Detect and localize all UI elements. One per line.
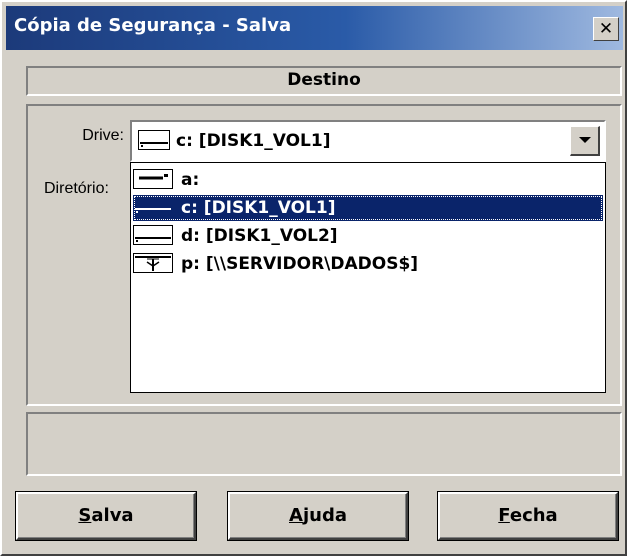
drive-select[interactable]: c: [DISK1_VOL1]: [130, 120, 606, 162]
close-button-accel: F: [498, 505, 510, 526]
close-window-button[interactable]: ✕: [593, 17, 619, 41]
drive-label: Drive:: [82, 127, 124, 144]
drive-option-d[interactable]: d: [DISK1_VOL2]: [133, 223, 603, 249]
help-button-label: juda: [302, 505, 347, 526]
hard-drive-icon: [138, 130, 170, 150]
drive-select-value: c: [DISK1_VOL1]: [176, 131, 331, 151]
close-button[interactable]: Fecha: [438, 492, 618, 540]
drive-option-label: c: [DISK1_VOL1]: [181, 198, 336, 218]
drive-option-c[interactable]: c: [DISK1_VOL1]: [133, 195, 603, 221]
network-drive-icon: [133, 253, 173, 273]
help-button-accel: A: [289, 505, 303, 526]
title-bar[interactable]: Cópia de Segurança - Salva ✕: [6, 6, 623, 50]
close-button-label: echa: [509, 505, 558, 526]
status-panel: [26, 412, 622, 476]
hard-drive-icon: [133, 225, 173, 245]
backup-dialog: Cópia de Segurança - Salva ✕ Destino Dri…: [0, 0, 627, 556]
chevron-down-icon[interactable]: [570, 126, 600, 156]
window-title: Cópia de Segurança - Salva: [14, 15, 292, 36]
close-icon: ✕: [598, 19, 614, 39]
drive-option-label: p: [\\SERVIDOR\DADOS$]: [181, 254, 419, 274]
section-header-label: Destino: [287, 70, 361, 90]
drive-option-p[interactable]: p: [\\SERVIDOR\DADOS$]: [133, 251, 603, 277]
drive-option-label: d: [DISK1_VOL2]: [181, 226, 338, 246]
section-header: Destino: [26, 66, 622, 96]
save-button-label: alva: [91, 505, 134, 526]
drive-dropdown-list: a: c: [DISK1_VOL1] d: [DISK1_VOL2] p: [\…: [130, 162, 606, 393]
save-button[interactable]: Salva: [16, 492, 196, 540]
drive-option-a[interactable]: a:: [133, 167, 603, 193]
drive-option-label: a:: [181, 170, 200, 190]
floppy-drive-icon: [133, 169, 173, 189]
hard-drive-icon: [133, 197, 173, 217]
directory-label: Diretório:: [44, 180, 109, 197]
save-button-accel: S: [78, 505, 92, 526]
help-button[interactable]: Ajuda: [228, 492, 408, 540]
